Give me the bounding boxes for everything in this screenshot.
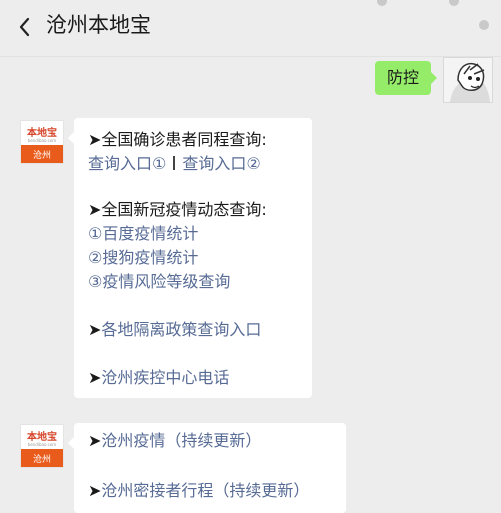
query-entry-link-2[interactable]: 查询入口② — [182, 154, 260, 173]
avatar-city: 沧州 — [32, 151, 51, 161]
cdc-phone-row: ➤沧州疾控中心电话 — [88, 366, 229, 390]
outgoing-message-bubble[interactable]: 防控 — [374, 61, 438, 95]
epidemic-update-link[interactable]: 沧州疫情（持续更新） — [101, 431, 261, 450]
cdc-phone-link[interactable]: 沧州疾控中心电话 — [101, 368, 229, 387]
chat-header: 沧州本地宝 — [0, 0, 501, 56]
more-icon[interactable] — [449, 0, 459, 6]
avatar-site: bendibao.com — [27, 442, 57, 447]
query-entry-link-1[interactable]: 查询入口① — [88, 154, 166, 173]
separator — [173, 156, 176, 170]
message-bubble: ➤沧州疫情（持续更新） ➤沧州密接者行程（持续更新） — [68, 423, 346, 513]
sogou-stats-link[interactable]: ②搜狗疫情统计 — [88, 246, 198, 270]
isolation-policy-row: ➤各地隔离政策查询入口 — [88, 318, 261, 342]
chat-title: 沧州本地宝 — [46, 13, 151, 37]
voice-icon[interactable] — [377, 0, 387, 6]
settings-icon[interactable] — [479, 20, 489, 30]
self-avatar[interactable] — [443, 57, 493, 103]
isolation-policy-link[interactable]: 各地隔离政策查询入口 — [101, 320, 261, 339]
sender-avatar[interactable]: 本地宝 bendibao.com 沧州 — [20, 424, 64, 468]
contact-trace-row: ➤沧州密接者行程（持续更新） — [88, 479, 309, 503]
contact-trace-link[interactable]: 沧州密接者行程（持续更新） — [101, 481, 309, 500]
arrow-icon: ➤ — [88, 481, 102, 500]
section-title: ➤全国新冠疫情动态查询: — [88, 200, 267, 219]
epidemic-update-row: ➤沧州疫情（持续更新） — [88, 429, 261, 453]
arrow-icon: ➤ — [88, 431, 102, 450]
section-title: ➤全国确诊患者同程查询: — [88, 130, 267, 149]
link-row: 查询入口① 查询入口② — [88, 152, 261, 176]
arrow-icon: ➤ — [88, 200, 102, 219]
risk-level-link[interactable]: ③疫情风险等级查询 — [88, 270, 230, 294]
back-arrow-icon[interactable] — [16, 14, 34, 40]
avatar-brand: 本地宝 — [27, 128, 57, 139]
header-divider — [0, 56, 501, 57]
message-bubble: ➤全国确诊患者同程查询: 查询入口① 查询入口② ➤全国新冠疫情动态查询: ①百度… — [68, 118, 312, 398]
header-actions[interactable] — [371, 0, 491, 40]
avatar-city: 沧州 — [32, 455, 51, 465]
avatar-brand: 本地宝 — [27, 432, 57, 443]
arrow-icon: ➤ — [88, 368, 102, 387]
sender-avatar[interactable]: 本地宝 bendibao.com 沧州 — [20, 120, 64, 164]
arrow-icon: ➤ — [88, 130, 102, 149]
arrow-icon: ➤ — [88, 320, 102, 339]
avatar-site: bendibao.com — [27, 138, 57, 143]
baidu-stats-link[interactable]: ①百度疫情统计 — [88, 222, 198, 246]
